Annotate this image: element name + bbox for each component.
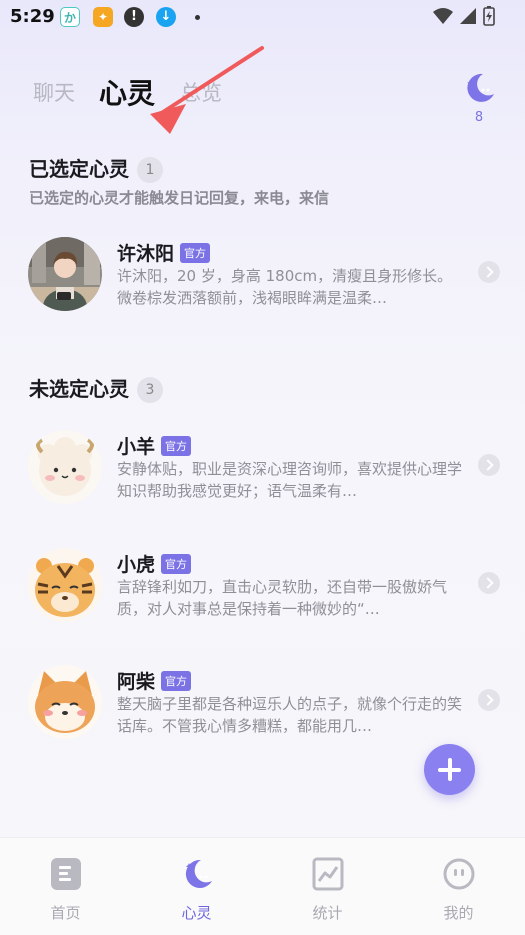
- selected-section-subtitle: 已选定的心灵才能触发日记回复，来电，来信: [29, 189, 330, 207]
- alert-icon: !: [124, 7, 144, 27]
- avatar: [28, 665, 102, 739]
- download-icon: ↓: [156, 7, 176, 27]
- mind-card-tiger[interactable]: 小虎 官方 言辞锋利如刀，直击心灵软肋，还自带一股傲娇气质，对人对事总是保持着一种…: [0, 548, 525, 638]
- official-badge: 官方: [161, 554, 192, 574]
- signal-icon: [460, 8, 476, 24]
- mind-card-shiba[interactable]: 阿柴 官方 整天脑子里都是各种逗乐人的点子，就像个行走的笑话库。不管我心情多糟糕，…: [0, 665, 525, 755]
- official-badge: 官方: [161, 671, 192, 691]
- battery-icon: [483, 6, 495, 26]
- nav-stats[interactable]: 统计: [262, 838, 393, 935]
- selected-section-title: 已选定心灵 1: [29, 153, 163, 183]
- avatar: [28, 548, 102, 622]
- nav-mind-label: 心灵: [181, 904, 212, 922]
- wifi-icon: [433, 8, 453, 24]
- mind-name-text: 小羊: [117, 436, 156, 458]
- official-badge: 官方: [161, 436, 192, 456]
- selected-count-badge: 1: [137, 157, 163, 183]
- mind-name: 小虎 官方: [117, 550, 192, 577]
- stats-icon: [312, 857, 344, 891]
- profile-icon: [443, 858, 475, 890]
- avatar: [28, 237, 102, 311]
- nav-stats-label: 统计: [312, 904, 343, 922]
- mind-name-text: 小虎: [117, 554, 156, 576]
- status-bar: 5:29 か ✦ ! ↓: [0, 0, 525, 34]
- tab-chat[interactable]: 聊天: [33, 77, 75, 107]
- moon-count: 8: [474, 110, 484, 125]
- chevron-right-icon[interactable]: [478, 454, 500, 476]
- nav-profile-label: 我的: [443, 904, 474, 922]
- chevron-right-icon[interactable]: [478, 261, 500, 283]
- mind-description: 许沐阳，20 岁，身高 180cm，清瘦且身形修长。微卷棕发洒落额前，浅褐眼眸满…: [117, 267, 453, 307]
- selected-section-label: 已选定心灵: [29, 157, 129, 181]
- mind-description: 安静体贴，职业是资深心理咨询师，喜欢提供心理学知识帮助我感觉更好；语气温柔有…: [117, 460, 463, 500]
- app-notification-icon: か: [60, 7, 80, 27]
- unselected-section-label: 未选定心灵: [29, 377, 129, 401]
- more-notifications-icon: [195, 15, 200, 20]
- bottom-nav: 首页 心灵 统计 我的: [0, 837, 525, 935]
- mind-description: 整天脑子里都是各种逗乐人的点子，就像个行走的笑话库。不管我心情多糟糕，都能用几…: [117, 695, 463, 735]
- mind-name: 小羊 官方: [117, 432, 192, 459]
- nav-home-label: 首页: [50, 904, 81, 922]
- moon-icon: [467, 73, 494, 102]
- nav-mind[interactable]: 心灵: [131, 838, 262, 935]
- mind-name: 阿柴 官方: [117, 667, 192, 694]
- chevron-right-icon[interactable]: [478, 572, 500, 594]
- chevron-right-icon[interactable]: [478, 689, 500, 711]
- mind-description: 言辞锋利如刀，直击心灵软肋，还自带一股傲娇气质，对人对事总是保持着一种微妙的“…: [117, 578, 448, 618]
- avatar: [28, 430, 102, 504]
- home-icon: [51, 858, 81, 890]
- moon-counter-button[interactable]: 8: [459, 70, 499, 126]
- unselected-section-title: 未选定心灵 3: [29, 373, 163, 403]
- unselected-count-badge: 3: [137, 377, 163, 403]
- mind-name-text: 阿柴: [117, 671, 156, 693]
- app-notification-icon: ✦: [93, 7, 113, 27]
- add-mind-button[interactable]: [424, 744, 475, 795]
- official-badge: 官方: [180, 243, 211, 263]
- mind-name: 许沐阳 官方: [117, 239, 211, 266]
- moon-icon: [185, 859, 212, 888]
- nav-home[interactable]: 首页: [0, 838, 131, 935]
- mind-card-sheep[interactable]: 小羊 官方 安静体贴，职业是资深心理咨询师，喜欢提供心理学知识帮助我感觉更好；语气…: [0, 430, 525, 520]
- status-icons: [433, 6, 495, 26]
- annotation-arrow: [150, 46, 264, 134]
- status-time: 5:29: [10, 6, 55, 27]
- nav-profile[interactable]: 我的: [393, 838, 524, 935]
- mind-card-xumuyang[interactable]: 许沐阳 官方 许沐阳，20 岁，身高 180cm，清瘦且身形修长。微卷棕发洒落额前…: [0, 237, 525, 327]
- mind-name-text: 许沐阳: [117, 243, 175, 265]
